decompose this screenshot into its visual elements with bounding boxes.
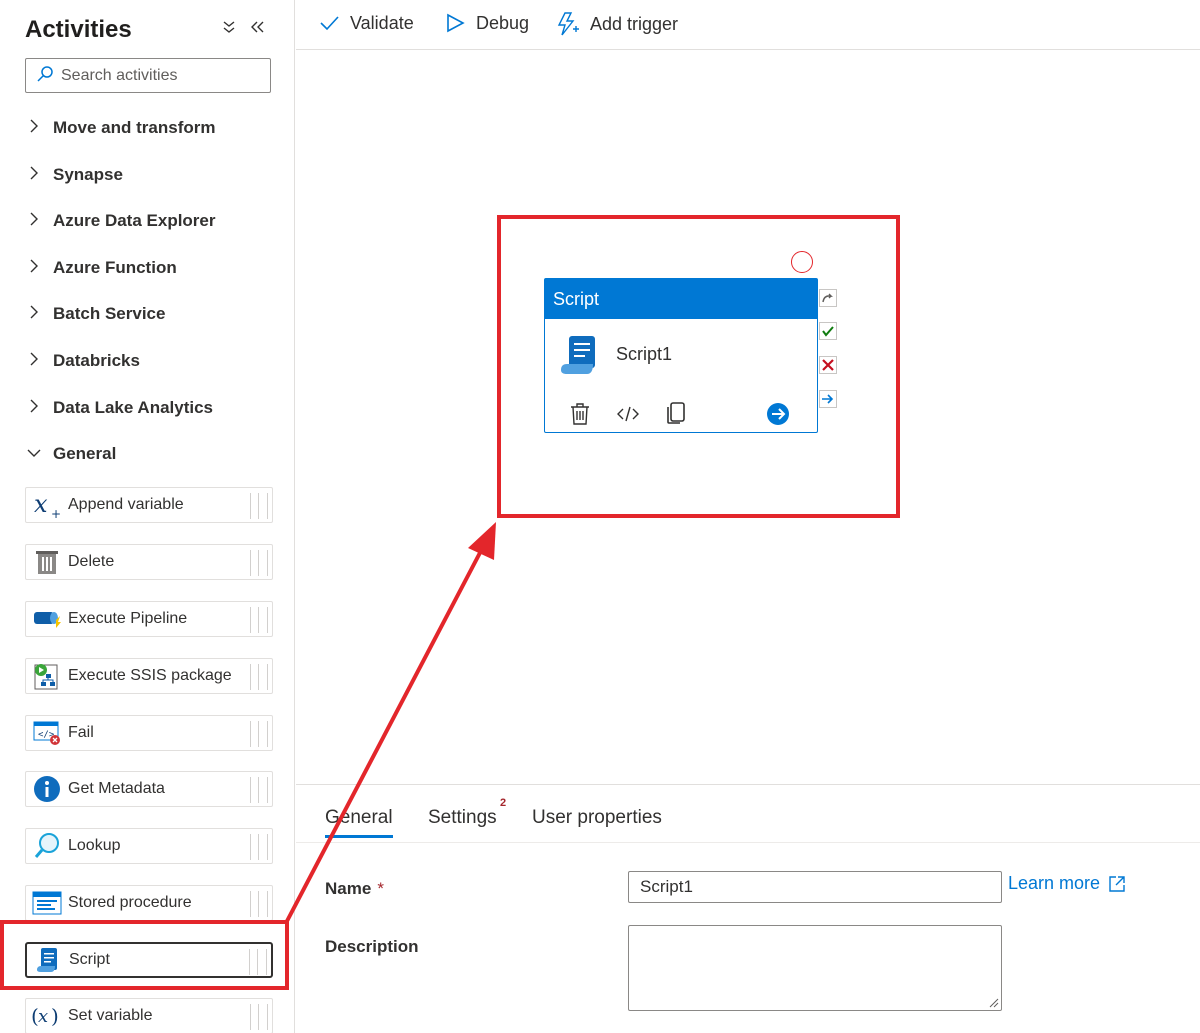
annotation-arrow [284, 522, 496, 924]
